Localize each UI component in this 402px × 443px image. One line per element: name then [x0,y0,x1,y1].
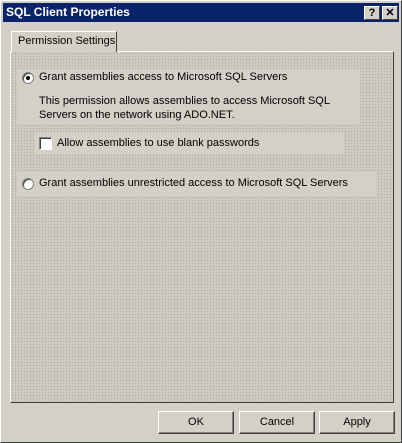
grant-access-label[interactable]: Grant assemblies access to Microsoft SQL… [39,71,287,83]
blank-passwords-checkbox[interactable] [39,137,52,150]
grant-access-radio[interactable] [22,72,34,84]
tab-label: Permission Settings [18,35,116,47]
cancel-button[interactable]: Cancel [239,411,315,434]
help-button[interactable]: ? [364,6,380,20]
question-mark-icon: ? [368,7,376,19]
blank-passwords-label[interactable]: Allow assemblies to use blank passwords [57,137,259,149]
window-title: SQL Client Properties [6,5,130,19]
properties-dialog: SQL Client Properties ? ✕ Permission Set… [0,0,402,443]
apply-button[interactable]: Apply [319,411,395,434]
title-bar[interactable]: SQL Client Properties ? ✕ [3,3,399,22]
unrestricted-radio[interactable] [22,178,34,190]
close-button[interactable]: ✕ [382,6,398,20]
tab-permission-settings[interactable]: Permission Settings [11,31,117,52]
radio-selected-dot [26,76,30,80]
unrestricted-label[interactable]: Grant assemblies unrestricted access to … [39,177,348,189]
ok-button[interactable]: OK [158,411,234,434]
close-icon: ✕ [385,7,395,19]
grant-access-description: This permission allows assemblies to acc… [39,95,330,121]
